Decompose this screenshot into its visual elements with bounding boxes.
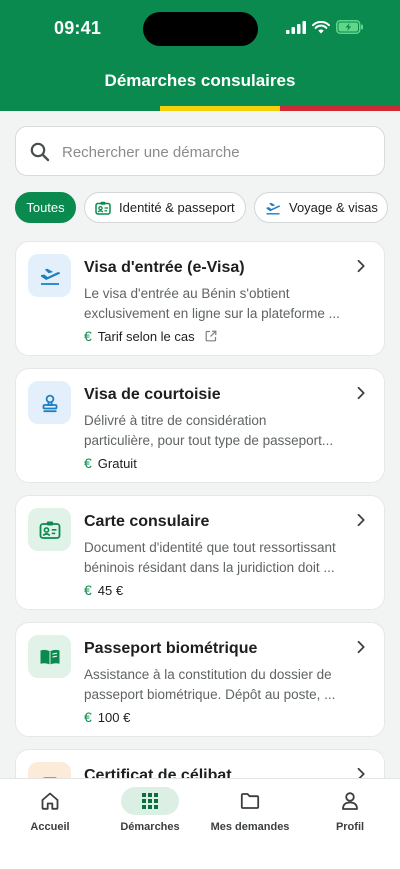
card-description-line: particulière, pour tout type de passepor… <box>84 433 334 448</box>
search-input[interactable] <box>62 139 362 165</box>
wifi-icon <box>312 20 330 33</box>
card-icon-badge <box>28 762 71 778</box>
chip-label: Identité & passeport <box>119 200 235 215</box>
search-bar[interactable] <box>15 126 385 176</box>
card-description-line: Document d'identité que tout ressortissa… <box>84 540 336 555</box>
search-icon <box>30 142 50 162</box>
chevron-right-icon <box>357 259 365 273</box>
chip-voyage-visas[interactable]: Voyage & visas <box>254 192 388 223</box>
tab-label: Profil <box>335 821 365 833</box>
id-card-icon <box>95 201 111 215</box>
card-price: € Tarif selon le cas <box>84 328 217 344</box>
card-price: € Gratuit <box>84 455 137 471</box>
tab-label: Démarches <box>120 821 180 833</box>
tab-icon-container <box>221 787 279 815</box>
card-description-line: passeport biométrique. Dépôt au poste, .… <box>84 687 336 702</box>
tab-icon-container <box>21 787 79 815</box>
tab-label: Accueil <box>30 821 70 833</box>
status-time: 09:41 <box>54 18 102 38</box>
card-icon-badge <box>28 381 71 424</box>
chip-label: Toutes <box>26 200 65 215</box>
card-price-label: 100 € <box>97 709 131 725</box>
tab-mes-demandes[interactable]: Mes demandes <box>200 787 300 837</box>
card-carte-consulaire[interactable]: Carte consulaire Document d'identité que… <box>15 495 385 610</box>
user-icon <box>342 792 358 810</box>
chip-identite-passeport[interactable]: Identité & passeport <box>84 192 246 223</box>
id-card-icon <box>39 521 60 539</box>
home-icon <box>41 792 59 810</box>
book-icon <box>40 649 59 664</box>
card-price: € 100 € <box>84 709 130 725</box>
tab-icon-container <box>121 787 179 815</box>
card-description: Document d'identité que tout ressortissa… <box>84 538 364 578</box>
card-description: Le visa d'entrée au Bénin s'obtient excl… <box>84 284 364 324</box>
page-title: Démarches consulaires <box>104 71 296 90</box>
bottom-tab-bar: Accueil Démarches Mes demandes Profil <box>0 778 400 869</box>
dynamic-island <box>143 12 258 46</box>
card-price-label: Gratuit <box>97 455 137 471</box>
signal-icon <box>286 20 306 34</box>
card-title: Carte consulaire <box>84 513 210 530</box>
card-price: € 45 € <box>84 582 123 598</box>
tab-profil[interactable]: Profil <box>300 787 400 837</box>
euro-icon: € <box>84 455 92 471</box>
tab-accueil[interactable]: Accueil <box>0 787 100 837</box>
demarches-list: Visa d'entrée (e-Visa) Le visa d'entrée … <box>0 240 400 778</box>
folder-icon <box>240 793 260 809</box>
card-visa-entree[interactable]: Visa d'entrée (e-Visa) Le visa d'entrée … <box>15 241 385 356</box>
card-title: Visa d'entrée (e-Visa) <box>84 259 245 276</box>
flag-stripe-green <box>0 106 160 111</box>
chevron-right-icon <box>357 386 365 400</box>
tab-icon-container <box>321 787 379 815</box>
card-icon-badge <box>28 508 71 551</box>
tab-label: Mes demandes <box>210 821 290 833</box>
chip-toutes[interactable]: Toutes <box>15 192 76 223</box>
card-title: Passeport biométrique <box>84 640 258 657</box>
card-description-line: Le visa d'entrée au Bénin s'obtient <box>84 286 290 301</box>
card-visa-courtoisie[interactable]: Visa de courtoisie Délivré à titre de co… <box>15 368 385 483</box>
chevron-right-icon <box>357 767 365 778</box>
stamp-icon <box>42 394 57 412</box>
filter-chips: Toutes Identité & passeport Voyage & vis… <box>15 192 400 224</box>
euro-icon: € <box>84 709 92 725</box>
card-price-label: Tarif selon le cas <box>97 328 195 344</box>
card-price-label: 45 € <box>97 582 124 598</box>
card-description-line: Assistance à la constitution du dossier … <box>84 667 332 682</box>
flag-stripe <box>0 106 400 111</box>
app-header: 09:41 Démarches consulaires <box>0 0 400 111</box>
card-title: Certificat de célibat <box>84 767 232 778</box>
card-title: Visa de courtoisie <box>84 386 221 403</box>
chevron-right-icon <box>357 640 365 654</box>
chip-label: Voyage & visas <box>289 200 378 215</box>
euro-icon: € <box>84 582 92 598</box>
flag-stripe-yellow <box>160 106 280 111</box>
status-icons <box>286 20 364 34</box>
tab-demarches[interactable]: Démarches <box>100 787 200 837</box>
status-bar: 09:41 <box>0 0 400 60</box>
card-description-line: exclusivement en ligne sur la plateforme… <box>84 306 340 321</box>
euro-icon: € <box>84 328 92 344</box>
plane-departure-icon <box>40 268 60 285</box>
card-icon-badge <box>28 254 71 297</box>
external-link-icon <box>205 330 217 342</box>
flag-stripe-red <box>280 106 400 111</box>
grid-icon <box>142 793 158 809</box>
card-description-line: Délivré à titre de considération <box>84 413 267 428</box>
battery-icon <box>336 20 363 34</box>
card-description-line: béninois résidant dans la juridiction do… <box>84 560 335 575</box>
plane-departure-icon <box>265 201 281 215</box>
card-description: Délivré à titre de considération particu… <box>84 411 364 451</box>
card-icon-badge <box>28 635 71 678</box>
card-certificat-celibat[interactable]: Certificat de célibat <box>15 749 385 778</box>
card-passeport-biometrique[interactable]: Passeport biométrique Assistance à la co… <box>15 622 385 737</box>
chevron-right-icon <box>357 513 365 527</box>
card-description: Assistance à la constitution du dossier … <box>84 665 364 705</box>
